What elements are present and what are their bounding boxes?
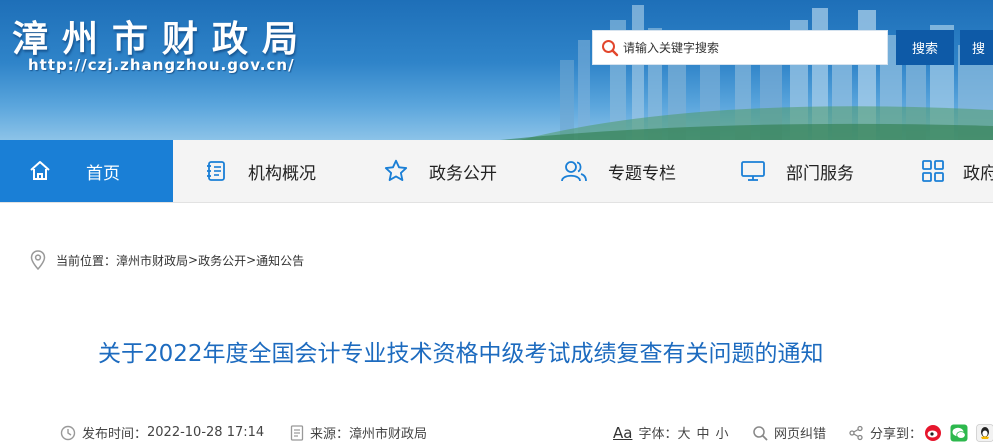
clock-icon	[60, 425, 76, 440]
share-label: 分享到：	[870, 427, 923, 442]
nav-item-label: 政务公开	[429, 163, 497, 184]
breadcrumb-separator: >	[188, 253, 199, 267]
search-box	[592, 30, 888, 65]
nav-item-label: 首页	[86, 163, 120, 184]
site-url: http://czj.zhangzhou.gov.cn/	[28, 56, 295, 74]
location-pin-icon	[30, 250, 46, 270]
nav-item-label: 部门服务	[786, 163, 854, 184]
star-icon	[384, 159, 408, 182]
search-button[interactable]: 搜索	[896, 30, 954, 65]
correction-label: 网页纠错	[774, 427, 827, 442]
font-size-small[interactable]: 小	[716, 423, 729, 442]
nav-item-label: 专题专栏	[608, 163, 676, 184]
publish-time: 发布时间： 2022-10-28 17:14	[60, 423, 264, 442]
nav-item-government[interactable]: 政府	[921, 140, 993, 202]
weibo-share-icon[interactable]	[924, 424, 942, 442]
article-title: 关于2022年度全国会计专业技术资格中级考试成绩复查有关问题的通知	[98, 341, 824, 367]
nav-item-home[interactable]: 首页	[0, 140, 173, 202]
page-correction-link[interactable]: 网页纠错	[752, 423, 826, 442]
search-icon	[602, 40, 619, 57]
font-size-medium[interactable]: 中	[696, 423, 709, 442]
nav-item-label: 政府	[963, 163, 993, 184]
wechat-share-icon[interactable]	[950, 424, 968, 442]
publish-time-value: 2022-10-28 17:14	[147, 425, 265, 440]
nav-item-about[interactable]: 机构概况	[204, 140, 316, 202]
font-size-control: Aa 字体： 大 中 小	[613, 423, 729, 443]
font-size-large[interactable]: 大	[677, 423, 690, 442]
source-value: 漳州市财政局	[349, 427, 428, 442]
nav-item-special[interactable]: 专题专栏	[560, 140, 676, 202]
qq-share-icon[interactable]	[976, 423, 993, 442]
breadcrumb-link-notices[interactable]: 通知公告	[256, 252, 304, 269]
font-size-icon: Aa	[613, 423, 633, 442]
breadcrumb-link-home[interactable]: 漳州市财政局	[116, 252, 188, 269]
site-header: 漳州市财政局 http://czj.zhangzhou.gov.cn/ 搜索 搜	[0, 0, 993, 140]
nav-item-label: 机构概况	[248, 163, 316, 184]
main-nav: 首页 机构概况 政务公开 专题专栏 部门服务 政府	[0, 140, 993, 203]
nav-item-services[interactable]: 部门服务	[740, 140, 854, 202]
search-input[interactable]	[623, 31, 883, 64]
search-button-secondary[interactable]: 搜	[960, 30, 993, 65]
home-icon	[30, 161, 50, 180]
share-bar: 分享到：	[848, 423, 993, 442]
document-list-icon	[207, 161, 225, 181]
breadcrumb-separator: >	[246, 253, 257, 267]
search-icon	[753, 425, 768, 440]
monitor-icon	[741, 161, 765, 181]
font-size-label: 字体：	[638, 427, 678, 442]
breadcrumb: 当前位置： 漳州市财政局 > 政务公开 > 通知公告	[30, 250, 304, 270]
nav-item-public[interactable]: 政务公开	[383, 140, 497, 202]
article-source: 来源： 漳州市财政局	[290, 423, 427, 442]
share-icon	[849, 425, 863, 440]
grid-icon	[922, 160, 944, 182]
document-icon	[290, 424, 304, 441]
source-label: 来源：	[310, 427, 350, 442]
breadcrumb-link-public[interactable]: 政务公开	[198, 252, 246, 269]
breadcrumb-prefix: 当前位置：	[56, 253, 117, 268]
site-title: 漳州市财政局	[12, 19, 313, 60]
publish-label: 发布时间：	[82, 427, 148, 442]
users-icon	[561, 161, 587, 182]
